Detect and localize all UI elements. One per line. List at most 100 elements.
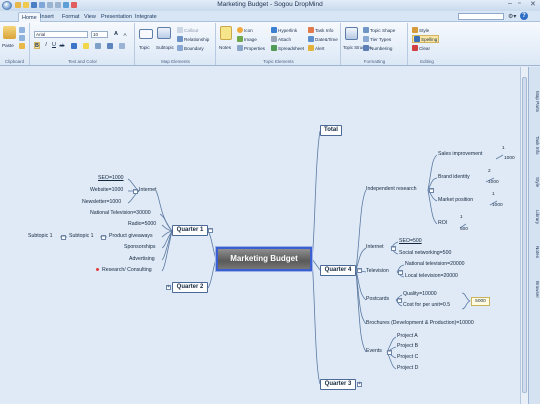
q4-sales-improvement[interactable]: Sales improvement — [438, 151, 482, 157]
topic-quarter-4[interactable]: Quarter 4 — [320, 265, 356, 276]
tab-insert[interactable]: Insert — [37, 12, 57, 22]
callout-button[interactable]: Callout — [177, 27, 198, 33]
spreadsheet-button[interactable]: Spreadsheet — [271, 45, 304, 51]
q4-project-c[interactable]: Project C — [397, 354, 418, 360]
q4-seo[interactable]: SEO=500 — [399, 238, 422, 244]
tier-types-button[interactable]: Tier Types — [363, 36, 391, 42]
notes-button[interactable]: Notes — [219, 45, 231, 50]
maximize-icon[interactable]: ▫ — [518, 0, 520, 7]
side-tab-library[interactable]: Library — [530, 201, 540, 233]
datetime-button[interactable]: Date&Time — [308, 36, 338, 42]
collapse-toggle-q4-internet[interactable]: – — [391, 246, 396, 251]
notes-icon[interactable] — [220, 26, 232, 40]
numbering-button[interactable]: Numbering — [363, 45, 392, 51]
italic-button[interactable]: I — [43, 42, 49, 49]
cut-icon[interactable] — [19, 27, 25, 33]
subtopic-button[interactable]: Subtopic — [156, 45, 174, 50]
expand-toggle-q3[interactable]: + — [357, 382, 362, 387]
font-family-select[interactable]: Arial — [34, 31, 88, 38]
q4-independent-research[interactable]: Independent research — [366, 186, 416, 192]
subtopic-icon[interactable] — [157, 27, 171, 39]
q1-website[interactable]: Website=1000 — [90, 187, 123, 193]
side-tab-style[interactable]: Style — [530, 167, 540, 197]
central-topic[interactable]: Marketing Budget — [216, 247, 312, 271]
q1-product-giveaways[interactable]: Product giveaways — [109, 233, 153, 239]
search-input[interactable] — [458, 13, 504, 20]
q4-television[interactable]: Television — [366, 268, 389, 274]
topic-structure-icon[interactable] — [345, 27, 358, 40]
q1-internet[interactable]: Internet — [139, 187, 157, 193]
strikethrough-button[interactable]: ab — [59, 42, 65, 49]
tab-format[interactable]: Format — [59, 12, 82, 22]
image-button[interactable]: Image — [237, 36, 257, 42]
side-tab-map-parts[interactable]: Map Parts — [530, 81, 540, 121]
minimize-icon[interactable]: – — [508, 0, 512, 7]
alert-button[interactable]: Alert — [308, 45, 324, 51]
collapse-toggle-q4[interactable]: – — [357, 268, 362, 273]
q1-national-television[interactable]: National Television=30000 — [90, 210, 151, 216]
close-icon[interactable]: ✕ — [530, 0, 536, 8]
topic-shape-button[interactable]: Topic Shape — [363, 27, 395, 33]
q1-sponsorships[interactable]: Sponsorships — [124, 244, 155, 250]
collapse-toggle-q1-internet[interactable]: – — [133, 189, 138, 194]
q1-seo[interactable]: SEO=1000 — [98, 175, 124, 181]
q4-project-a[interactable]: Project A — [397, 333, 418, 339]
q4-roi[interactable]: ROI — [438, 220, 447, 226]
properties-button[interactable]: Properties — [237, 45, 265, 51]
q4-brand-identity[interactable]: Brand identity — [438, 174, 470, 180]
help-icon[interactable] — [63, 2, 69, 8]
map-canvas[interactable]: Marketing Budget Total Quarter 1 – Quart… — [0, 67, 520, 404]
q4-market-position[interactable]: Market position — [438, 197, 473, 203]
grow-font-button[interactable]: A — [113, 31, 119, 38]
copy-icon[interactable] — [19, 35, 25, 41]
relationship-button[interactable]: Relationship — [177, 36, 209, 42]
q4-events[interactable]: Events — [366, 348, 382, 354]
q4-internet[interactable]: Internet — [366, 244, 384, 250]
q1-radio[interactable]: Radio=5000 — [128, 221, 156, 227]
q1-subtopic-1b[interactable]: Subtopic 1 — [69, 233, 94, 239]
style-button[interactable]: Style — [412, 27, 429, 33]
scrollbar-thumb[interactable] — [522, 77, 527, 393]
app-menu-button[interactable] — [2, 1, 12, 10]
collapse-toggle-events[interactable]: – — [387, 350, 392, 355]
q4-national-television[interactable]: National television=20000 — [405, 261, 465, 267]
save-icon[interactable] — [31, 2, 37, 8]
topic-quarter-1[interactable]: Quarter 1 — [172, 225, 208, 236]
postcards-total-callout[interactable]: 5000 — [471, 297, 490, 306]
paste-button[interactable]: Paste — [2, 43, 14, 48]
shrink-font-button[interactable]: A — [122, 31, 128, 38]
q4-quality[interactable]: Quality=10000 — [403, 291, 437, 297]
side-tab-task-info[interactable]: Task Info — [530, 125, 540, 165]
toolbar-extra-icon[interactable] — [71, 2, 77, 8]
border-icon[interactable] — [119, 43, 125, 49]
line-color-icon[interactable] — [95, 43, 101, 49]
task-info-button[interactable]: Task Info — [308, 27, 333, 33]
topic-icon[interactable] — [139, 29, 153, 39]
collapse-toggle-q1[interactable]: – — [208, 228, 213, 233]
bold-button[interactable]: B — [34, 42, 40, 49]
collapse-toggle-television[interactable]: – — [398, 270, 403, 275]
clear-button[interactable]: Clear — [412, 45, 430, 51]
topic-total[interactable]: Total — [320, 125, 342, 136]
q4-postcards[interactable]: Postcards — [366, 296, 389, 302]
redo-icon[interactable] — [55, 2, 61, 8]
q4-brochures[interactable]: Brochures (Development & Production)=100… — [366, 320, 474, 326]
q4-social-networking[interactable]: Social networking=500 — [399, 250, 451, 256]
spelling-button[interactable]: Spelling — [412, 35, 440, 43]
font-size-select[interactable]: 10 — [91, 31, 108, 38]
hyperlink-button[interactable]: Hyperlink — [271, 27, 297, 33]
options-icon[interactable]: ⚙▾ — [508, 13, 518, 20]
font-color-icon[interactable] — [71, 43, 77, 49]
q4-local-television[interactable]: Local television=20000 — [405, 273, 458, 279]
attach-button[interactable]: Attach — [271, 36, 291, 42]
format-painter-icon[interactable] — [19, 43, 25, 49]
q1-subtopic-1a[interactable]: Subtopic 1 — [28, 233, 53, 239]
collapse-toggle-postcards[interactable]: – — [397, 298, 402, 303]
q4-project-d[interactable]: Project D — [397, 365, 418, 371]
icon-button[interactable]: Icon — [237, 27, 253, 33]
expand-toggle-q2[interactable]: + — [166, 285, 171, 290]
collapse-toggle-giveaways[interactable]: – — [101, 235, 106, 240]
underline-button[interactable]: U — [51, 42, 57, 49]
boundary-button[interactable]: Boundary — [177, 45, 204, 51]
tab-integrate[interactable]: Integrate — [132, 12, 160, 22]
